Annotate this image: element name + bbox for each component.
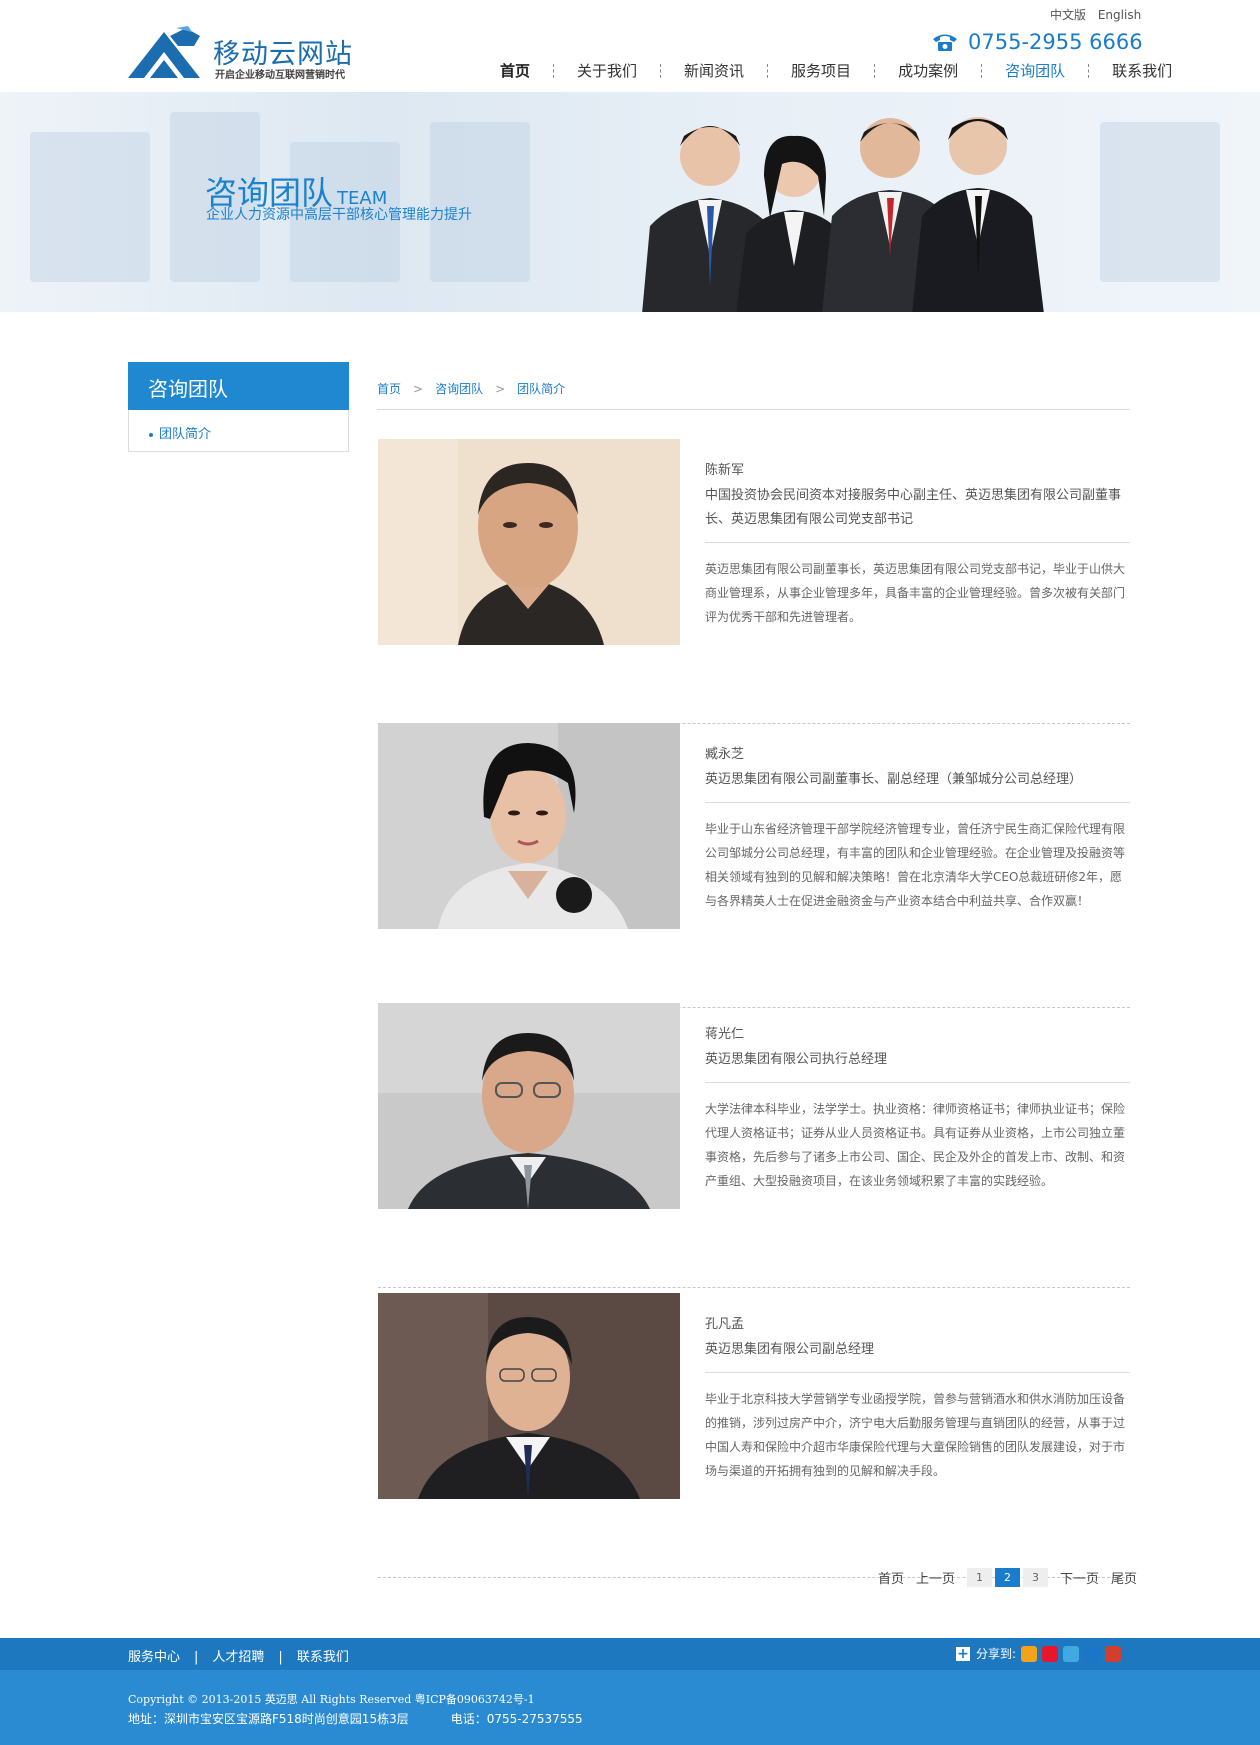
nav-contact[interactable]: 联系我们 [1112,60,1172,81]
copyright-text: Copyright © 2013-2015 英迈思 All Rights Res… [128,1693,535,1706]
footer-link-contact[interactable]: 联系我们 [297,1650,349,1665]
member-info: 臧永芝 英迈思集团有限公司副董事长、副总经理（兼邹城分公司总经理） 毕业于山东省… [705,743,1130,913]
nav-divider [767,63,769,78]
team-member-card: 孔凡孟 英迈思集团有限公司副总经理 毕业于北京科技大学营销学专业函授学院，曾参与… [378,1293,1130,1578]
member-photo[interactable] [378,1003,680,1209]
chevron-right-icon: > [413,382,424,396]
share-weibo-icon[interactable] [1042,1645,1059,1662]
footer-contact: 地址：深圳市宝安区宝源路F518时尚创意园15栋3层 电话：0755-275375… [128,1710,583,1727]
member-name: 臧永芝 [705,747,745,762]
share-tencent-weibo-icon[interactable] [1063,1645,1080,1662]
member-info: 蒋光仁 英迈思集团有限公司执行总经理 大学法律本科毕业，法学学士。执业资格：律师… [705,1023,1130,1193]
page-number-2[interactable]: 2 [995,1568,1021,1587]
member-name: 陈新军 [705,463,745,478]
member-role: 英迈思集团有限公司执行总经理 [705,1048,1130,1083]
nav-news[interactable]: 新闻资讯 [684,60,744,81]
chevron-right-icon: > [495,382,506,396]
banner-bokeh [430,122,530,282]
footer-tel: 电话：0755-27537555 [450,1712,583,1726]
member-role: 英迈思集团有限公司副总经理 [705,1338,1130,1373]
page-number-3[interactable]: 3 [1023,1568,1049,1587]
share-qzone-icon[interactable] [1021,1645,1038,1662]
member-photo[interactable] [378,1293,680,1499]
member-name: 蒋光仁 [705,1027,745,1042]
banner-bokeh [1100,122,1220,282]
nav-about[interactable]: 关于我们 [577,60,637,81]
breadcrumb: 首页 > 咨询团队 > 团队简介 [377,380,1130,410]
member-role: 英迈思集团有限公司副董事长、副总经理（兼邹城分公司总经理） [705,768,1130,803]
main-nav: 首页 关于我们 新闻资讯 服务项目 成功案例 咨询团队 联系我们 [500,60,1172,81]
hotline: 0755-2955 6666 [932,30,1143,54]
team-photo [642,117,1044,312]
footer-link-service[interactable]: 服务中心 [128,1650,180,1665]
nav-services[interactable]: 服务项目 [791,60,851,81]
nav-home[interactable]: 首页 [500,60,530,81]
phone-icon [933,34,957,51]
page-first-link[interactable]: 首页 [878,1568,904,1587]
page-last-link[interactable]: 尾页 [1111,1568,1137,1587]
page-banner: 咨询团队 TEAM 企业人力资源中高层干部核心管理能力提升 [0,92,1260,312]
nav-divider [1088,63,1090,78]
member-info: 孔凡孟 英迈思集团有限公司副总经理 毕业于北京科技大学营销学专业函授学院，曾参与… [705,1313,1130,1483]
member-bio: 毕业于山东省经济管理干部学院经济管理专业，曾任济宁民生商汇保险代理有限公司邹城分… [705,822,1126,908]
share-bar: + 分享到: [956,1645,1122,1662]
bullet-icon [149,432,153,437]
site-header: 移动云网站 开启企业移动互联网营销时代 中文版 English 0755-295… [0,0,1260,92]
sidebar: 咨询团队 团队简介 [128,362,349,452]
sidebar-title: 咨询团队 [128,362,349,410]
member-name: 孔凡孟 [705,1317,745,1332]
breadcrumb-current[interactable]: 团队简介 [517,382,565,396]
member-photo[interactable] [378,439,680,645]
site-footer: Copyright © 2013-2015 英迈思 All Rights Res… [0,1670,1260,1745]
member-info: 陈新军 中国投资协会民间资本对接服务中心副主任、英迈思集团有限公司副董事长、英迈… [705,459,1130,629]
lang-chinese-link[interactable]: 中文版 [1050,8,1086,22]
pagination: 首页 上一页 1 2 3 下一页 尾页 [878,1568,1137,1587]
nav-divider [874,63,876,78]
share-netease-icon[interactable] [1105,1645,1122,1662]
footer-divider: | [194,1650,199,1665]
footer-address: 地址：深圳市宝安区宝源路F518时尚创意园15栋3层 [128,1712,409,1726]
breadcrumb-home[interactable]: 首页 [377,382,401,396]
member-bio: 大学法律本科毕业，法学学士。执业资格：律师资格证书；律师执业证书；保险代理人资格… [705,1102,1126,1188]
footer-divider: | [278,1650,283,1665]
page-next-link[interactable]: 下一页 [1060,1568,1099,1587]
footer-nav-bar: 服务中心 | 人才招聘 | 联系我们 + 分享到: [0,1638,1260,1670]
page-number-1[interactable]: 1 [967,1568,993,1587]
sidebar-item-team-intro[interactable]: 团队简介 [128,410,349,452]
footer-links: 服务中心 | 人才招聘 | 联系我们 [128,1646,349,1665]
sidebar-item-label: 团队简介 [159,427,212,442]
nav-cases[interactable]: 成功案例 [898,60,958,81]
team-member-card: 蒋光仁 英迈思集团有限公司执行总经理 大学法律本科毕业，法学学士。执业资格：律师… [378,1003,1130,1288]
member-bio: 英迈思集团有限公司副董事长，英迈思集团有限公司党支部书记，毕业于山供大商业管理系… [705,562,1126,624]
member-role: 中国投资协会民间资本对接服务中心副主任、英迈思集团有限公司副董事长、英迈思集团有… [705,484,1130,543]
nav-team[interactable]: 咨询团队 [1005,60,1065,81]
banner-bokeh [30,132,150,282]
page-prev-link[interactable]: 上一页 [916,1568,955,1587]
logo-slogan: 开启企业移动互联网营销时代 [215,70,345,81]
footer-link-jobs[interactable]: 人才招聘 [212,1650,264,1665]
nav-divider [660,63,662,78]
language-switch: 中文版 English [1042,6,1141,23]
team-member-card: 臧永芝 英迈思集团有限公司副董事长、副总经理（兼邹城分公司总经理） 毕业于山东省… [378,723,1130,1008]
lang-english-link[interactable]: English [1098,8,1141,22]
nav-divider [981,63,983,78]
member-photo[interactable] [378,723,680,929]
breadcrumb-team[interactable]: 咨询团队 [435,382,483,396]
member-bio: 毕业于北京科技大学营销学专业函授学院，曾参与营销酒水和供水消防加压设备的推销，涉… [705,1392,1126,1478]
plus-icon[interactable]: + [956,1646,970,1661]
share-label: 分享到: [976,1647,1017,1661]
share-renren-icon[interactable] [1084,1645,1101,1662]
nav-divider [553,63,555,78]
team-member-card: 陈新军 中国投资协会民间资本对接服务中心副主任、英迈思集团有限公司副董事长、英迈… [378,439,1130,724]
banner-subtitle: 企业人力资源中高层干部核心管理能力提升 [206,207,472,223]
hotline-number: 0755-2955 6666 [968,30,1143,54]
